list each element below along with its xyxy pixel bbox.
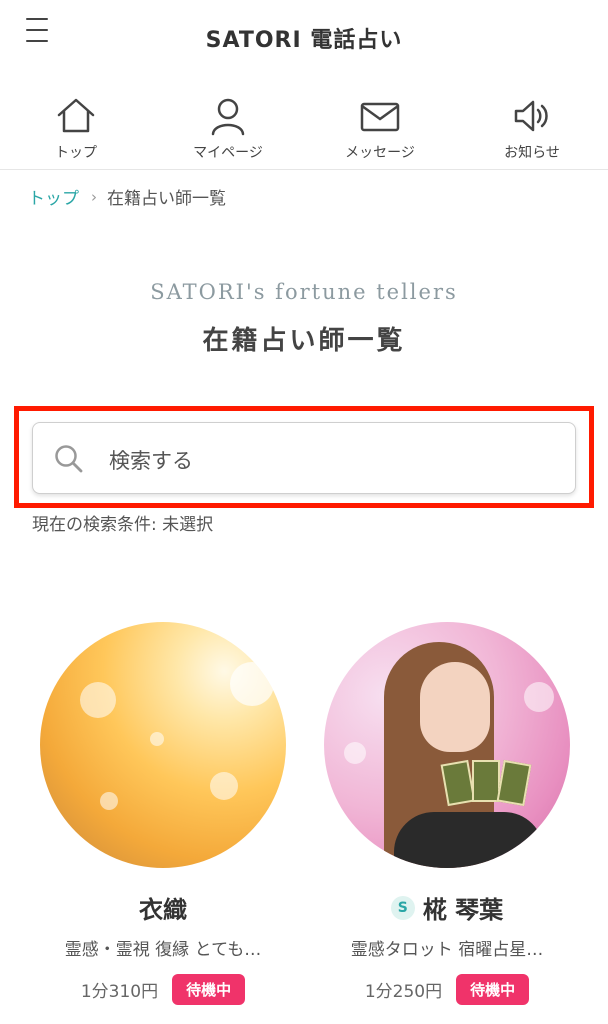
mail-icon <box>360 102 400 132</box>
speaker-icon <box>514 100 548 132</box>
search-condition: 現在の検索条件: 未選択 <box>32 515 214 535</box>
search-icon <box>55 445 83 473</box>
nav-item-top[interactable]: トップ <box>0 86 152 169</box>
teller-price: 1分250円 <box>364 982 443 1002</box>
header: SATORI 電話占い <box>0 0 608 80</box>
teller-price: 1分310円 <box>80 982 159 1002</box>
nav-item-messages[interactable]: メッセージ <box>304 86 456 169</box>
nav-label-news: お知らせ <box>504 145 560 161</box>
page-title: 在籍占い師一覧 <box>202 326 406 356</box>
nav-label-messages: メッセージ <box>345 145 415 161</box>
status-badge: 待機中 <box>172 974 246 1005</box>
breadcrumb-home-link[interactable]: トップ <box>28 184 79 209</box>
nav-label-top: トップ <box>55 145 97 161</box>
status-badge: 待機中 <box>456 974 530 1005</box>
teller-name-text: 衣織 <box>139 896 187 924</box>
teller-card[interactable]: 衣織 霊感・霊視 復縁 とても… 1分310円 待機中 <box>38 622 288 1012</box>
teller-name-text: 椛 琴葉 <box>422 896 504 924</box>
main-nav: トップ マイページ メッセージ お知らせ <box>0 86 608 170</box>
chevron-right-icon: › <box>91 187 97 206</box>
s-rank-badge: S <box>390 895 415 920</box>
search-input[interactable]: 検索する <box>32 422 576 494</box>
teller-avatar[interactable] <box>324 622 570 868</box>
search-placeholder: 検索する <box>109 449 193 473</box>
nav-item-news[interactable]: お知らせ <box>456 86 608 169</box>
breadcrumb: トップ › 在籍占い師一覧 <box>28 184 226 210</box>
teller-name[interactable]: S 椛 琴葉 <box>322 890 572 925</box>
teller-description: 霊感タロット 宿曜占星… <box>350 940 544 960</box>
home-icon <box>57 98 95 133</box>
nav-label-mypage: マイページ <box>193 145 263 161</box>
app-logo[interactable]: SATORI 電話占い <box>0 22 608 54</box>
teller-price-row: 1分310円 待機中 <box>38 974 288 1005</box>
breadcrumb-current: 在籍占い師一覧 <box>107 189 226 209</box>
user-icon <box>211 98 245 136</box>
teller-name[interactable]: 衣織 <box>38 890 288 925</box>
teller-avatar[interactable] <box>40 622 286 868</box>
teller-card[interactable]: S 椛 琴葉 霊感タロット 宿曜占星… 1分250円 待機中 <box>322 622 572 1012</box>
teller-price-row: 1分250円 待機中 <box>322 974 572 1005</box>
nav-item-mypage[interactable]: マイページ <box>152 86 304 169</box>
page-subtitle: SATORI's fortune tellers <box>150 280 458 304</box>
teller-description: 霊感・霊視 復縁 とても… <box>64 940 262 960</box>
